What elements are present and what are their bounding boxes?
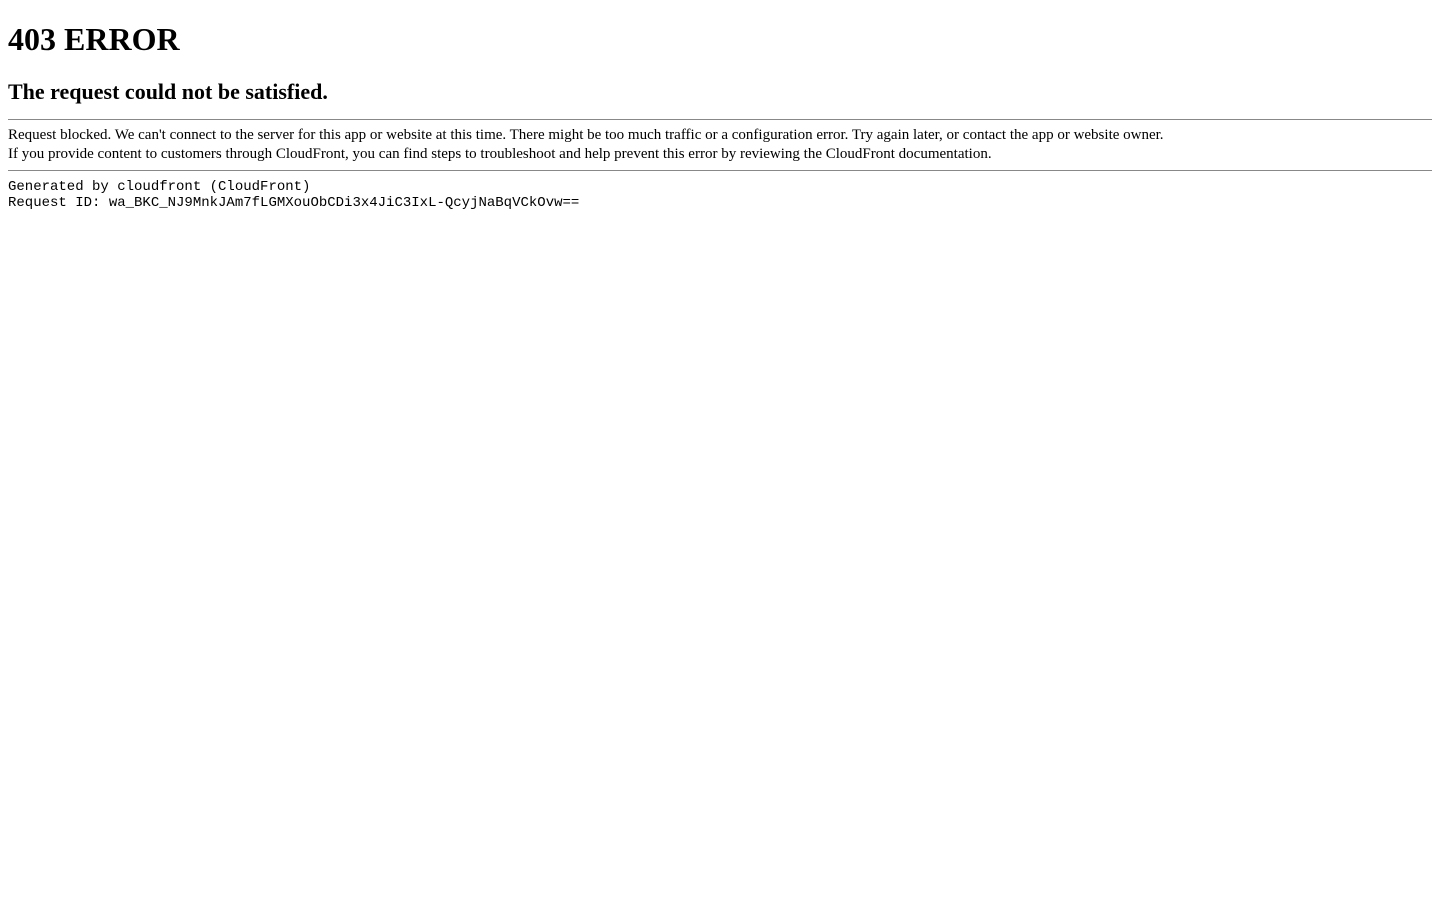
error-footer: Generated by cloudfront (CloudFront) Req… [8, 179, 1432, 213]
error-body: Request blocked. We can't connect to the… [8, 126, 1432, 164]
error-body-line1: Request blocked. We can't connect to the… [8, 126, 1432, 145]
divider-bottom [8, 170, 1432, 171]
error-title: 403 ERROR [8, 21, 1432, 58]
error-subtitle: The request could not be satisfied. [8, 79, 1432, 105]
error-body-line2: If you provide content to customers thro… [8, 145, 1432, 164]
divider-top [8, 119, 1432, 120]
